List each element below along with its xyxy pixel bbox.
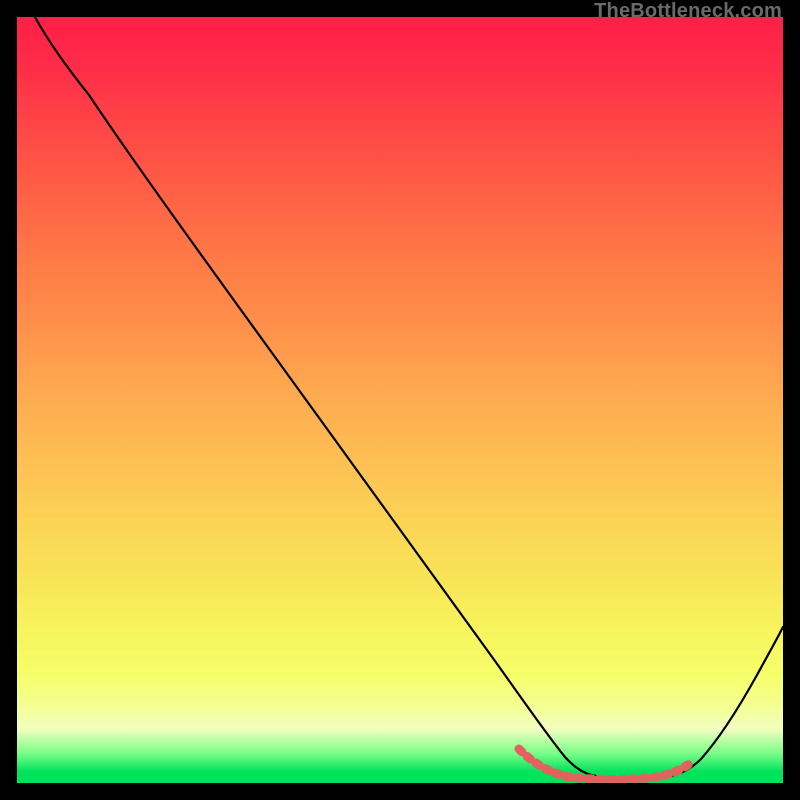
watermark-label: TheBottleneck.com xyxy=(594,0,782,23)
optimal-range-marker xyxy=(519,749,693,779)
plot-area xyxy=(17,17,783,783)
bottleneck-curve xyxy=(35,17,783,779)
chart-svg xyxy=(17,17,783,783)
chart-frame: TheBottleneck.com xyxy=(0,0,800,800)
